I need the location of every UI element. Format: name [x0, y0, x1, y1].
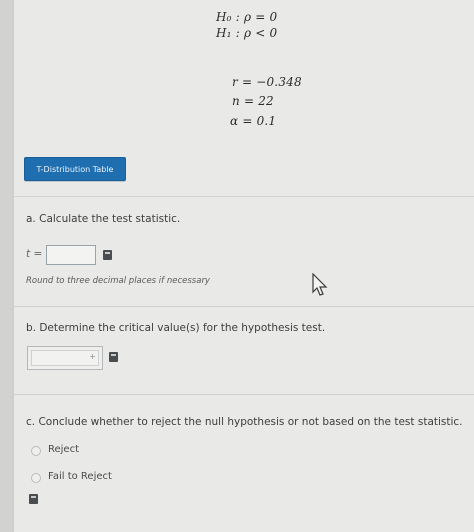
r-value: r = −0.348	[232, 75, 302, 89]
mouse-cursor-icon	[312, 273, 328, 296]
part-b-question: b. Determine the critical value(s) for t…	[26, 322, 326, 334]
rounding-note: Round to three decimal places if necessa…	[26, 276, 210, 286]
alternative-hypothesis: H₁ : ρ < 0	[216, 26, 278, 40]
calculator-icon[interactable]	[29, 494, 38, 504]
fail-to-reject-label[interactable]: Fail to Reject	[48, 471, 112, 482]
null-hypothesis: H₀ : ρ = 0	[216, 10, 278, 24]
part-c-question: c. Conclude whether to reject the null h…	[26, 416, 463, 428]
t-label: t =	[26, 248, 43, 260]
reject-label[interactable]: Reject	[48, 444, 79, 455]
plus-sign: +	[89, 352, 96, 361]
left-panel-border	[12, 0, 14, 532]
test-statistic-input[interactable]	[46, 245, 96, 265]
divider	[14, 394, 474, 395]
t-distribution-table-button[interactable]: T-Distribution Table	[24, 157, 126, 181]
divider	[14, 196, 474, 197]
divider	[14, 306, 474, 307]
reject-radio[interactable]	[31, 446, 41, 456]
fail-to-reject-radio[interactable]	[31, 473, 41, 483]
alpha-value: α = 0.1	[230, 114, 277, 128]
calculator-icon[interactable]	[103, 250, 112, 260]
left-panel-edge	[0, 0, 12, 532]
n-value: n = 22	[232, 94, 274, 108]
critical-value-input[interactable]: +	[27, 346, 103, 370]
part-a-question: a. Calculate the test statistic.	[26, 213, 181, 225]
calculator-icon[interactable]	[109, 352, 118, 362]
